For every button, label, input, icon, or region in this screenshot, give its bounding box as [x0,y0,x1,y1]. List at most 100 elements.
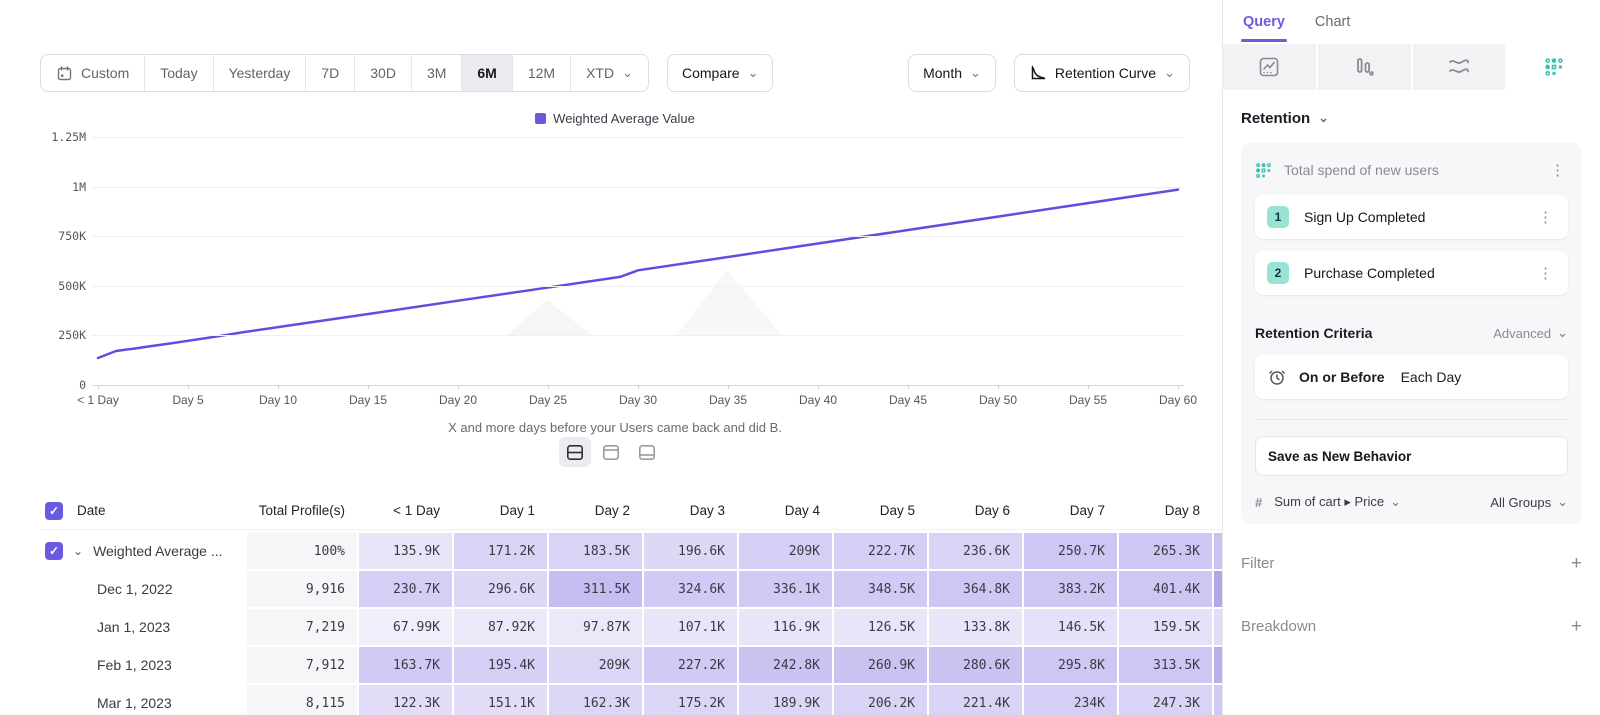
retention-value-cell[interactable]: 280.6K [929,647,1022,683]
retention-value-cell[interactable]: 364.8K [929,571,1022,607]
add-breakdown-button[interactable]: + [1571,617,1582,636]
criteria-timing-card[interactable]: On or Before Each Day [1255,355,1568,399]
retention-value-cell[interactable]: 311.5K [549,571,642,607]
panel-tab-query[interactable]: Query [1243,0,1285,44]
retention-value-cell[interactable]: 336.1K [739,571,832,607]
retention-value-cell[interactable]: 163.7K [359,647,452,683]
retention-value-cell[interactable]: 295.8K [1024,647,1117,683]
select-all-checkbox[interactable]: ✓ [45,502,63,520]
retention-value-cell[interactable]: 401.4K [1119,571,1212,607]
retention-value-cell[interactable]: 97.87K [549,609,642,645]
behavior-step-2[interactable]: 2Purchase Completed⋮ [1255,251,1568,295]
column-header-5[interactable]: Day 3 [644,492,737,529]
retention-value-cell[interactable]: 87.92K [454,609,547,645]
chart-plot-area[interactable]: 1.25M1M750K500K250K0< 1 DayDay 5Day 10Da… [92,137,1184,385]
behavior-title[interactable]: Total spend of new users [1284,162,1535,178]
split-view-toggle[interactable] [559,437,591,467]
report-tab-insights-chart-icon[interactable] [1223,44,1318,90]
column-header-0[interactable]: ✓Date [40,492,245,529]
chart-view-toggle[interactable] [595,437,627,467]
kebab-menu-icon[interactable]: ⋮ [1535,208,1556,226]
retention-value-cell[interactable]: 221.4K [929,685,1022,715]
retention-value-cell[interactable]: 67.99K [359,609,452,645]
retention-value-cell[interactable]: 183.5K [549,533,642,569]
column-header-8[interactable]: Day 6 [929,492,1022,529]
add-filter-button[interactable]: + [1571,554,1582,573]
retention-value-cell[interactable]: 122.3K [359,685,452,715]
table-row[interactable]: Jan 1, 20237,21967.99K87.92K97.87K107.1K… [40,609,1222,645]
date-range-today[interactable]: Today [145,55,213,91]
retention-value-cell[interactable]: 206.2K [834,685,927,715]
retention-value-cell[interactable]: 383.2K [1024,571,1117,607]
retention-value-cell[interactable]: 175.2K [644,685,737,715]
date-range-6m[interactable]: 6M [462,55,512,91]
behavior-step-1[interactable]: 1Sign Up Completed⋮ [1255,195,1568,239]
retention-value-cell[interactable]: 171.2K [454,533,547,569]
column-header-10[interactable]: Day 8 [1119,492,1212,529]
date-range-custom[interactable]: Custom [41,55,145,91]
retention-value-cell[interactable]: 234K [1024,685,1117,715]
retention-value-cell[interactable]: 146.5K [1024,609,1117,645]
report-tab-flows-icon[interactable] [1413,44,1508,90]
retention-value-cell[interactable]: 324.6K [644,571,737,607]
retention-value-cell[interactable]: 196.6K [644,533,737,569]
date-range-3m[interactable]: 3M [412,55,462,91]
retention-value-cell[interactable]: 209K [739,533,832,569]
panel-tab-chart[interactable]: Chart [1315,0,1350,44]
date-range-xtd[interactable]: XTD⌄ [571,55,648,91]
table-row[interactable]: Dec 1, 20229,916230.7K296.6K311.5K324.6K… [40,571,1222,607]
retention-value-cell[interactable]: 209K [549,647,642,683]
date-range-7d[interactable]: 7D [306,55,355,91]
column-header-2[interactable]: < 1 Day [359,492,452,529]
retention-value-cell[interactable]: 135.9K [359,533,452,569]
retention-value-cell[interactable]: 236.6K [929,533,1022,569]
date-range-30d[interactable]: 30D [355,55,412,91]
column-header-9[interactable]: Day 7 [1024,492,1117,529]
kebab-menu-icon[interactable]: ⋮ [1547,161,1568,179]
report-tab-retention-icon[interactable] [1507,44,1600,90]
compare-button[interactable]: Compare ⌄ [667,54,774,92]
table-view-toggle[interactable] [631,437,663,467]
date-range-yesterday[interactable]: Yesterday [214,55,307,91]
report-tab-funnels-bar-chart-icon[interactable] [1318,44,1413,90]
retention-value-cell[interactable]: 242.8K [739,647,832,683]
table-row[interactable]: Mar 1, 20238,115122.3K151.1K162.3K175.2K… [40,685,1222,715]
granularity-button[interactable]: Month ⌄ [908,54,996,92]
column-header-7[interactable]: Day 5 [834,492,927,529]
retention-value-cell[interactable]: 195.4K [454,647,547,683]
retention-value-cell[interactable]: 159.5K [1119,609,1212,645]
retention-value-cell[interactable]: 296.6K [454,571,547,607]
retention-value-cell[interactable]: 313.5K [1119,647,1212,683]
date-range-12m[interactable]: 12M [513,55,571,91]
save-as-new-behavior-input[interactable]: Save as New Behavior [1255,436,1568,476]
table-row[interactable]: Feb 1, 20237,912163.7K195.4K209K227.2K24… [40,647,1222,683]
metric-property-dropdown[interactable]: Sum of cart ▸ Price ⌄ [1274,494,1401,510]
column-header-3[interactable]: Day 1 [454,492,547,529]
retention-value-cell[interactable]: 260.9K [834,647,927,683]
kebab-menu-icon[interactable]: ⋮ [1535,264,1556,282]
section-title-retention[interactable]: Retention ⌄ [1241,110,1582,127]
retention-value-cell[interactable]: 133.8K [929,609,1022,645]
column-header-1[interactable]: Total Profile(s) [247,492,357,529]
retention-value-cell[interactable]: 227.2K [644,647,737,683]
retention-value-cell[interactable]: 126.5K [834,609,927,645]
retention-value-cell[interactable]: 162.3K [549,685,642,715]
retention-value-cell[interactable]: 189.9K [739,685,832,715]
chart-type-button[interactable]: Retention Curve ⌄ [1014,54,1190,92]
retention-value-cell[interactable]: 250.7K [1024,533,1117,569]
retention-value-cell[interactable]: 107.1K [644,609,737,645]
row-checkbox[interactable]: ✓ [45,542,63,560]
retention-value-cell[interactable]: 151.1K [454,685,547,715]
column-header-4[interactable]: Day 2 [549,492,642,529]
retention-value-cell[interactable]: 265.3K [1119,533,1212,569]
retention-value-cell[interactable]: 247.3K [1119,685,1212,715]
step-number-badge: 2 [1267,262,1289,284]
table-row[interactable]: ✓⌄Weighted Average ...100%135.9K171.2K18… [40,533,1222,569]
groups-dropdown[interactable]: All Groups ⌄ [1490,495,1568,510]
retention-value-cell[interactable]: 348.5K [834,571,927,607]
retention-value-cell[interactable]: 222.7K [834,533,927,569]
retention-value-cell[interactable]: 230.7K [359,571,452,607]
criteria-mode-dropdown[interactable]: Advanced ⌄ [1493,326,1568,341]
column-header-6[interactable]: Day 4 [739,492,832,529]
retention-value-cell[interactable]: 116.9K [739,609,832,645]
